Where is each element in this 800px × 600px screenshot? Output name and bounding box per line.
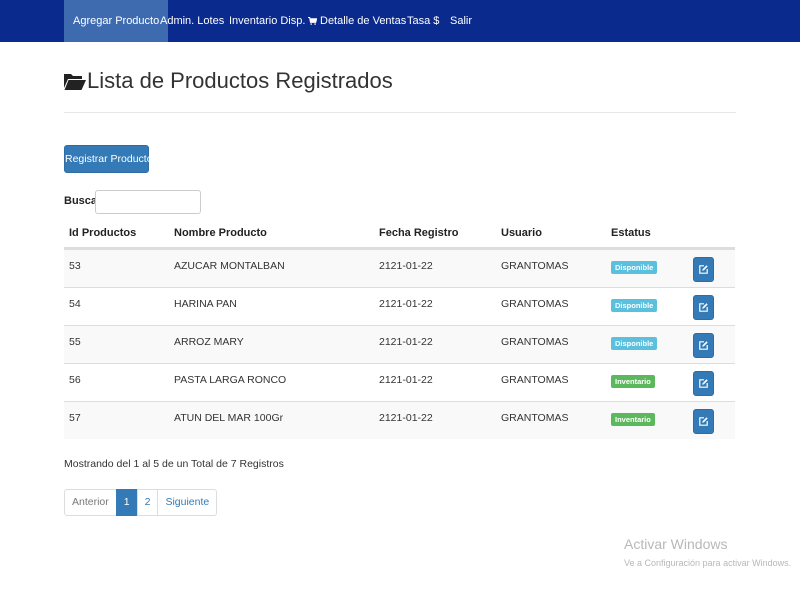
cell-name: ATUN DEL MAR 100Gr — [174, 412, 284, 424]
nav-salir[interactable]: Salir — [441, 0, 481, 42]
status-badge: Disponible — [611, 299, 658, 312]
table-row: 56 PASTA LARGA RONCO 2121-01-22 GRANTOMA… — [64, 363, 735, 401]
cell-date: 2121-01-22 — [379, 336, 433, 348]
column-header-user: Usuario — [501, 227, 542, 239]
pagination-next[interactable]: Siguiente — [157, 489, 218, 516]
search-input[interactable] — [95, 190, 201, 214]
edit-icon — [699, 341, 708, 350]
column-header-id: Id Productos — [69, 227, 137, 239]
cell-date: 2121-01-22 — [379, 260, 433, 272]
cell-user: GRANTOMAS — [501, 298, 569, 310]
table-row: 54 HARINA PAN 2121-01-22 GRANTOMAS Dispo… — [64, 287, 735, 325]
cell-name: PASTA LARGA RONCO — [174, 374, 287, 386]
records-summary: Mostrando del 1 al 5 de un Total de 7 Re… — [64, 458, 284, 470]
status-badge: Inventario — [611, 413, 655, 426]
nav-label: Inventario Disp. — [229, 15, 306, 27]
cell-id: 55 — [69, 336, 81, 348]
cell-name: AZUCAR MONTALBAN — [174, 260, 285, 272]
table-row: 57 ATUN DEL MAR 100Gr 2121-01-22 GRANTOM… — [64, 401, 735, 439]
edit-button[interactable] — [693, 371, 714, 396]
edit-button[interactable] — [693, 409, 714, 434]
cell-name: ARROZ MARY — [174, 336, 244, 348]
pagination-page-2[interactable]: 2 — [136, 489, 159, 516]
cell-user: GRANTOMAS — [501, 260, 569, 272]
table-row: 55 ARROZ MARY 2121-01-22 GRANTOMAS Dispo… — [64, 325, 735, 363]
folder-open-icon — [64, 74, 86, 90]
column-header-status: Estatus — [611, 227, 651, 239]
cell-date: 2121-01-22 — [379, 412, 433, 424]
status-badge: Inventario — [611, 375, 655, 388]
cell-date: 2121-01-22 — [379, 374, 433, 386]
nav-label: Detalle de Ventas — [320, 15, 407, 27]
cart-icon — [308, 17, 317, 25]
pagination-page-1[interactable]: 1 — [115, 489, 138, 516]
column-header-name: Nombre Producto — [174, 227, 267, 239]
table-row: 53 AZUCAR MONTALBAN 2121-01-22 GRANTOMAS… — [64, 249, 735, 287]
cell-user: GRANTOMAS — [501, 336, 569, 348]
page-title: Lista de Productos Registrados — [64, 68, 393, 94]
status-badge: Disponible — [611, 261, 658, 274]
edit-icon — [699, 265, 708, 274]
activation-watermark-subtitle: Ve a Configuración para activar Windows. — [624, 558, 792, 568]
column-header-date: Fecha Registro — [379, 227, 459, 239]
products-table: Id Productos Nombre Producto Fecha Regis… — [64, 220, 735, 439]
cell-id: 54 — [69, 298, 81, 310]
cell-id: 57 — [69, 412, 81, 424]
edit-icon — [699, 303, 708, 312]
pagination: Anterior 1 2 Siguiente — [64, 489, 218, 516]
nav-label: Admin. Lotes — [160, 15, 225, 27]
edit-button[interactable] — [693, 333, 714, 358]
page-title-text: Lista de Productos Registrados — [87, 68, 393, 93]
cell-id: 53 — [69, 260, 81, 272]
top-navbar: Agregar Producto Admin. Lotes Inventario… — [0, 0, 800, 42]
cell-date: 2121-01-22 — [379, 298, 433, 310]
edit-button[interactable] — [693, 257, 714, 282]
nav-label: Tasa $ — [407, 15, 440, 27]
table-header: Id Productos Nombre Producto Fecha Regis… — [64, 220, 735, 249]
cell-user: GRANTOMAS — [501, 374, 569, 386]
cell-user: GRANTOMAS — [501, 412, 569, 424]
cell-id: 56 — [69, 374, 81, 386]
status-badge: Disponible — [611, 337, 658, 350]
edit-button[interactable] — [693, 295, 714, 320]
edit-icon — [699, 417, 708, 426]
edit-icon — [699, 379, 708, 388]
nav-label: Salir — [450, 15, 473, 27]
nav-label: Agregar Producto — [73, 15, 160, 27]
register-product-button[interactable]: Registrar Producto — [64, 145, 153, 173]
activation-watermark-title: Activar Windows — [624, 536, 728, 552]
header-divider — [64, 112, 736, 113]
cell-name: HARINA PAN — [174, 298, 237, 310]
pagination-previous[interactable]: Anterior — [64, 489, 117, 516]
